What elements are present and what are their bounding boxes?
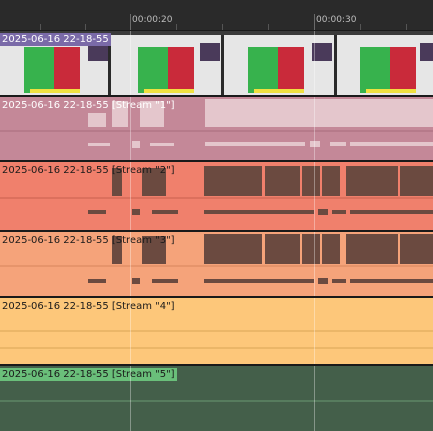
audio-track-stream-1[interactable]: 2025-06-16 22-18-55 [Stream "1"] xyxy=(0,97,433,160)
audio-clip-label: 2025-06-16 22-18-55 [Stream "2"] xyxy=(2,165,175,176)
ruler-tick-minor xyxy=(406,24,407,30)
track-separator xyxy=(0,95,433,97)
ruler-tick-major xyxy=(314,14,315,30)
ruler-tick-major xyxy=(130,14,131,30)
marker-line xyxy=(314,232,315,296)
ruler-tick-minor xyxy=(176,24,177,30)
timecode-label: 00:00:30 xyxy=(316,15,357,25)
playhead-line xyxy=(130,232,131,296)
audio-track-stream-3[interactable]: 2025-06-16 22-18-55 [Stream "3"] xyxy=(0,232,433,296)
video-track[interactable]: 2025-06-16 22-18-55 xyxy=(0,31,433,95)
track-separator xyxy=(0,230,433,232)
marker-line xyxy=(314,31,315,95)
audio-clip-label: 2025-06-16 22-18-55 [Stream "5"] xyxy=(0,368,177,381)
ruler-tick-minor xyxy=(85,24,86,30)
audio-clip-label: 2025-06-16 22-18-55 [Stream "1"] xyxy=(2,100,175,111)
marker-line xyxy=(314,366,315,431)
playhead-line xyxy=(130,366,131,431)
playhead-line xyxy=(130,31,131,95)
timecode-label: 00:00:20 xyxy=(132,15,173,25)
thumbnail xyxy=(337,35,433,95)
track-separator xyxy=(0,296,433,298)
ruler-tick-minor xyxy=(40,24,41,30)
playhead-line xyxy=(130,97,131,160)
video-clip-label: 2025-06-16 22-18-55 xyxy=(0,33,111,46)
playhead-line xyxy=(130,298,131,364)
ruler-tick-minor xyxy=(360,24,361,30)
thumbnail xyxy=(111,35,221,95)
playhead-line xyxy=(130,162,131,230)
audio-track-stream-5[interactable]: 2025-06-16 22-18-55 [Stream "5"] xyxy=(0,366,433,431)
audio-track-stream-4[interactable]: 2025-06-16 22-18-55 [Stream "4"] xyxy=(0,298,433,364)
marker-line xyxy=(314,162,315,230)
audio-clip-label: 2025-06-16 22-18-55 [Stream "3"] xyxy=(2,235,175,246)
ruler-tick-minor xyxy=(268,24,269,30)
thumbnail xyxy=(224,35,334,95)
marker-line xyxy=(314,97,315,160)
marker-line xyxy=(314,298,315,364)
audio-clip-label: 2025-06-16 22-18-55 [Stream "4"] xyxy=(2,301,175,312)
ruler-tick-minor xyxy=(222,24,223,30)
time-ruler[interactable]: 00:00:20 00:00:30 xyxy=(0,0,433,31)
track-separator xyxy=(0,364,433,366)
audio-track-stream-2[interactable]: 2025-06-16 22-18-55 [Stream "2"] xyxy=(0,162,433,230)
track-separator xyxy=(0,160,433,162)
